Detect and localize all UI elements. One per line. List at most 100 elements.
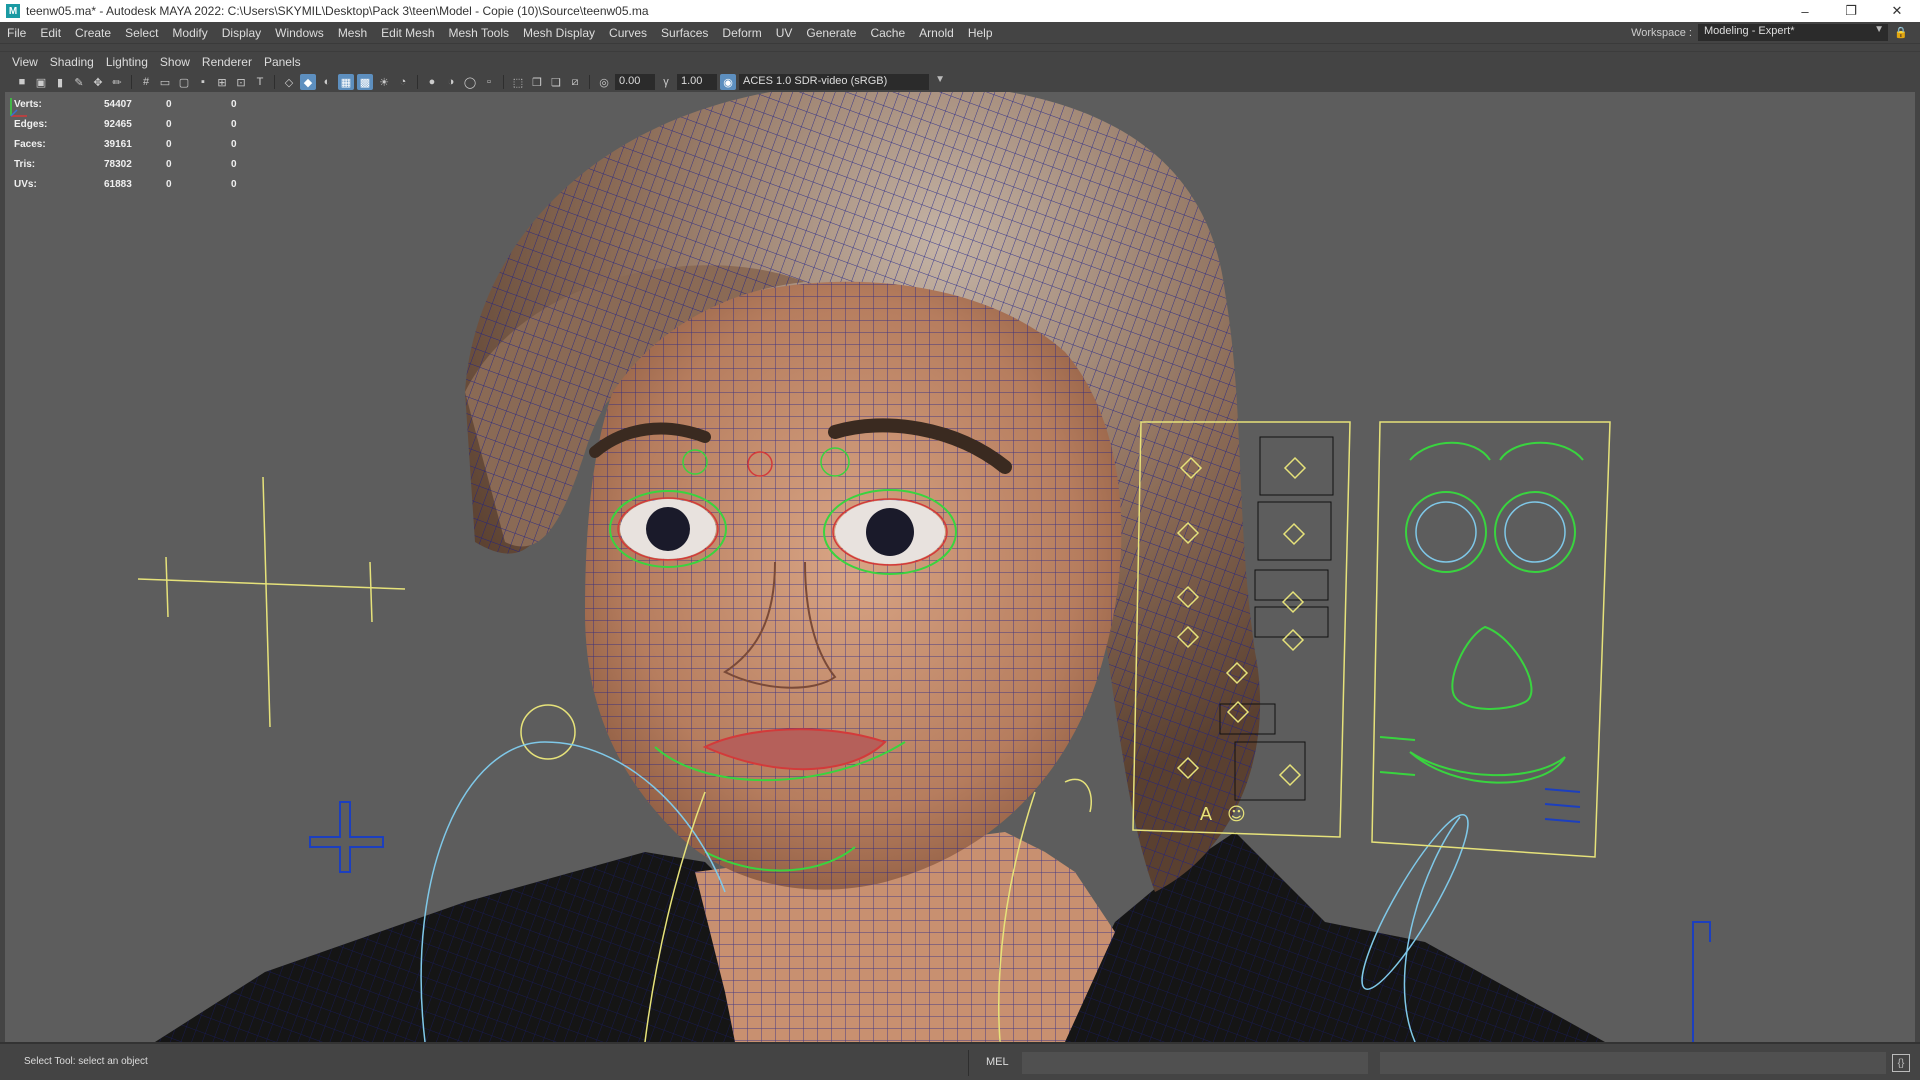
bookmark-icon[interactable]: ▮	[52, 74, 68, 90]
viewport-scene: A ☺	[137, 92, 1711, 1042]
menu-cache[interactable]: Cache	[863, 26, 912, 40]
menu-create[interactable]: Create	[68, 26, 118, 40]
menu-generate[interactable]: Generate	[799, 26, 863, 40]
panel-menu-view[interactable]: View	[6, 55, 44, 69]
menu-help[interactable]: Help	[961, 26, 1000, 40]
menu-display[interactable]: Display	[215, 26, 268, 40]
menu-mesh-display[interactable]: Mesh Display	[516, 26, 602, 40]
minimize-button[interactable]: –	[1782, 0, 1828, 22]
panel-menu-panels[interactable]: Panels	[258, 55, 307, 69]
motion-blur-icon[interactable]: ◑	[443, 74, 459, 90]
wireframe-on-shaded-icon[interactable]: ▦	[338, 74, 354, 90]
menu-edit[interactable]: Edit	[33, 26, 68, 40]
resolution-gate-icon[interactable]: ▢	[176, 74, 192, 90]
view-transform-value: ACES 1.0 SDR-video (sRGB)	[743, 75, 888, 87]
menu-file[interactable]: File	[0, 26, 33, 40]
menu-curves[interactable]: Curves	[602, 26, 654, 40]
hud-total: 61883	[104, 178, 132, 190]
shadows-icon[interactable]: ◔	[395, 74, 411, 90]
mel-language-toggle[interactable]: MEL	[986, 1056, 1009, 1068]
hud-row-tris: Tris: 78302 0 0	[14, 154, 251, 174]
camera-attributes-icon[interactable]: ▣	[33, 74, 49, 90]
panel-letter-a: A	[1200, 804, 1212, 824]
hud-total: 54407	[104, 98, 132, 110]
hud-sel-comp: 0	[231, 178, 237, 190]
panel-menu-show[interactable]: Show	[154, 55, 196, 69]
toolbar-divider	[417, 75, 418, 89]
safe-title-icon[interactable]: T	[252, 74, 268, 90]
exposure-field[interactable]: 0.00	[615, 74, 655, 90]
smooth-shade-icon[interactable]: ◆	[300, 74, 316, 90]
main-menu-bar: File Edit Create Select Modify Display W…	[0, 22, 1920, 44]
panel-menu-renderer[interactable]: Renderer	[196, 55, 258, 69]
image-plane-icon[interactable]: ✎	[71, 74, 87, 90]
safe-action-icon[interactable]: ⊡	[233, 74, 249, 90]
maya-app-icon: M	[6, 4, 20, 18]
gamma-field[interactable]: 1.00	[677, 74, 717, 90]
view-transform-dropdown[interactable]: ACES 1.0 SDR-video (sRGB) ▼	[739, 74, 945, 90]
lights-icon[interactable]: ☀	[376, 74, 392, 90]
exposure-icon[interactable]: ◎	[596, 74, 612, 90]
command-result-field	[1380, 1052, 1886, 1074]
gate-mask-icon[interactable]: ▪	[195, 74, 211, 90]
gamma-icon[interactable]: γ	[658, 74, 674, 90]
smiley-icon: ☺	[1227, 804, 1246, 825]
viewport-toolbar: ■ ▣ ▮ ✎ ✥ ✏ # ▭ ▢ ▪ ⊞ ⊡ T ◇ ◆ ◐ ▦ ▩ ☀ ◔ …	[0, 71, 1920, 93]
menu-arnold[interactable]: Arnold	[912, 26, 961, 40]
hud-total: 92465	[104, 118, 132, 130]
menu-mesh[interactable]: Mesh	[331, 26, 374, 40]
picker-shapes	[1405, 441, 1584, 784]
isolate-select-icon[interactable]: ⬚	[510, 74, 526, 90]
script-editor-icon[interactable]: {}	[1892, 1054, 1910, 1072]
hud-row-verts: Verts: 54407 0 0	[14, 94, 251, 114]
xray-joints-icon[interactable]: ⧄	[567, 74, 583, 90]
lock-icon[interactable]: 🔒	[1894, 26, 1908, 40]
perspective-viewport[interactable]: A ☺	[5, 92, 1915, 1042]
hud-sel-comp: 0	[231, 138, 237, 150]
menu-modify[interactable]: Modify	[165, 26, 214, 40]
hud-selected: 0	[166, 178, 172, 190]
grease-pencil-icon[interactable]: ✏	[109, 74, 125, 90]
depth-of-field-icon[interactable]: ▫	[481, 74, 497, 90]
menu-deform[interactable]: Deform	[715, 26, 768, 40]
hud-label: Edges:	[14, 118, 48, 130]
film-gate-icon[interactable]: ▭	[157, 74, 173, 90]
hud-row-uvs: UVs: 61883 0 0	[14, 174, 251, 194]
camera-icon[interactable]: ■	[14, 74, 30, 90]
hud-sel-comp: 0	[231, 98, 237, 110]
screen-space-ao-icon[interactable]: ●	[424, 74, 440, 90]
restore-button[interactable]: ❐	[1828, 0, 1874, 22]
panel-menu-shading[interactable]: Shading	[44, 55, 100, 69]
textured-icon[interactable]: ▩	[357, 74, 373, 90]
status-bar: Select Tool: select an object MEL {}	[0, 1042, 1920, 1080]
hud-sel-comp: 0	[231, 118, 237, 130]
wireframe-icon[interactable]: ◇	[281, 74, 297, 90]
hud-selected: 0	[166, 98, 172, 110]
menu-surfaces[interactable]: Surfaces	[654, 26, 715, 40]
field-chart-icon[interactable]: ⊞	[214, 74, 230, 90]
command-line-input[interactable]	[1022, 1052, 1368, 1074]
grid-icon[interactable]: #	[138, 74, 154, 90]
workspace-label: Workspace :	[1631, 26, 1692, 39]
menu-mesh-tools[interactable]: Mesh Tools	[442, 26, 516, 40]
hud-label: Tris:	[14, 158, 36, 170]
xray-active-components-icon[interactable]: ❏	[548, 74, 564, 90]
color-management-icon[interactable]: ◉	[720, 74, 736, 90]
xray-icon[interactable]: ❒	[529, 74, 545, 90]
default-material-icon[interactable]: ◐	[319, 74, 335, 90]
anti-aliasing-icon[interactable]: ◯	[462, 74, 478, 90]
poly-count-hud: Verts: 54407 0 0 Edges: 92465 0 0 Faces:…	[14, 94, 251, 194]
status-divider	[968, 1050, 969, 1076]
locator-cross	[137, 476, 406, 728]
2d-pan-zoom-icon[interactable]: ✥	[90, 74, 106, 90]
menu-windows[interactable]: Windows	[268, 26, 331, 40]
menu-uv[interactable]: UV	[769, 26, 800, 40]
panel-menu-lighting[interactable]: Lighting	[100, 55, 154, 69]
menu-edit-mesh[interactable]: Edit Mesh	[374, 26, 441, 40]
blue-cross-control	[309, 801, 384, 873]
menu-select[interactable]: Select	[118, 26, 165, 40]
toolbar-divider	[274, 75, 275, 89]
close-button[interactable]: ✕	[1874, 0, 1920, 22]
chevron-down-icon: ▼	[935, 74, 945, 85]
workspace-dropdown[interactable]: Modeling - Expert* ▼	[1698, 24, 1888, 41]
